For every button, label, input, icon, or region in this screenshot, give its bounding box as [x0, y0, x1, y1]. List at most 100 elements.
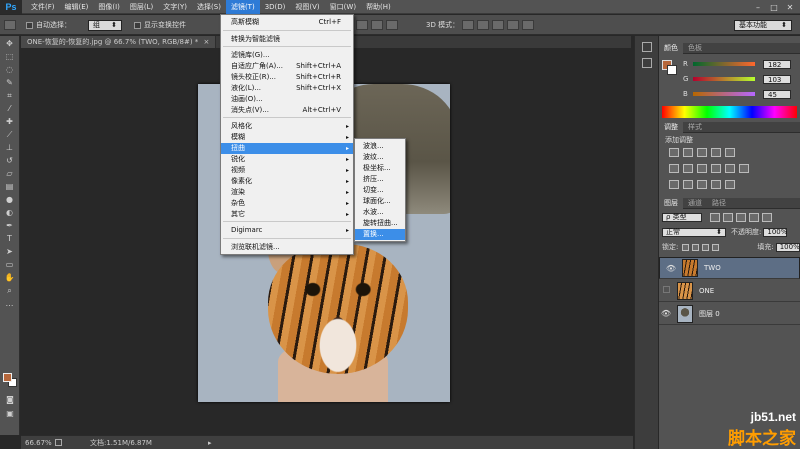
- eyedropper-tool-icon[interactable]: ⁄: [3, 103, 17, 114]
- tab-swatches[interactable]: 色板: [683, 43, 707, 54]
- filter-menu-item[interactable]: 液化(L)... Shift+Ctrl+X: [221, 83, 353, 94]
- gradient-tool-icon[interactable]: ▤: [3, 181, 17, 192]
- tab-paths[interactable]: 路径: [707, 198, 731, 209]
- threshold-icon[interactable]: [697, 180, 707, 189]
- distort-submenu-item[interactable]: 挤压...: [355, 174, 405, 185]
- blue-slider[interactable]: B 45: [683, 89, 798, 99]
- visibility-eye-icon[interactable]: 👁: [659, 309, 673, 318]
- show-transform-controls[interactable]: 显示变换控件: [134, 19, 186, 31]
- menu-edit[interactable]: 编辑(E): [60, 0, 94, 14]
- black-white-icon[interactable]: [697, 164, 707, 173]
- screen-mode-icon[interactable]: ▣: [3, 408, 17, 419]
- distort-submenu-item[interactable]: 波浪...: [355, 141, 405, 152]
- zoom-level[interactable]: 66.67%: [21, 439, 52, 447]
- visibility-eye-icon[interactable]: 👁: [664, 264, 678, 273]
- invert-icon[interactable]: [669, 180, 679, 189]
- color-balance-icon[interactable]: [683, 164, 693, 173]
- layer-kind-filter[interactable]: ρ 类型: [662, 212, 702, 222]
- move-tool-icon[interactable]: ✥: [3, 38, 17, 49]
- properties-panel-icon[interactable]: [642, 58, 652, 68]
- filter-menu-item[interactable]: 浏览联机滤镜...: [221, 242, 353, 253]
- lasso-tool-icon[interactable]: ◌: [3, 64, 17, 75]
- filter-menu-item[interactable]: 自适应广角(A)... Shift+Ctrl+A: [221, 61, 353, 72]
- workspace-dropdown[interactable]: 基本功能 ⬍: [734, 19, 792, 31]
- filter-menu-item[interactable]: 视频 ▸: [221, 165, 353, 176]
- more-tools-icon[interactable]: …: [3, 298, 17, 309]
- pen-tool-icon[interactable]: ✒: [3, 220, 17, 231]
- filter-menu-item[interactable]: 模糊 ▸: [221, 132, 353, 143]
- filter-menu-item[interactable]: 扭曲 ▸: [221, 143, 353, 154]
- red-slider[interactable]: R 182: [683, 59, 798, 69]
- brightness-icon[interactable]: [669, 148, 679, 157]
- layer-name[interactable]: TWO: [704, 264, 721, 272]
- green-value[interactable]: 103: [763, 74, 791, 84]
- minimize-icon[interactable]: –: [750, 1, 766, 13]
- menu-3d[interactable]: 3D(D): [260, 0, 291, 14]
- shape-tool-icon[interactable]: ▭: [3, 259, 17, 270]
- filter-menu-item[interactable]: 油画(O)...: [221, 94, 353, 105]
- distort-submenu-item[interactable]: 置换...: [355, 229, 405, 240]
- show-transform-checkbox[interactable]: [134, 21, 141, 29]
- layer-name[interactable]: ONE: [699, 287, 714, 295]
- exposure-icon[interactable]: [711, 148, 721, 157]
- distort-submenu-item[interactable]: 旋转扭曲...: [355, 218, 405, 229]
- document-tab-active[interactable]: ONE-恢复的-恢复的.jpg @ 66.7% (TWO, RGB/8#) * …: [21, 36, 217, 48]
- maximize-icon[interactable]: □: [766, 1, 782, 13]
- tab-styles[interactable]: 样式: [683, 122, 707, 133]
- filter-menu-item[interactable]: 风格化 ▸: [221, 121, 353, 132]
- filter-menu-item[interactable]: 镜头校正(R)... Shift+Ctrl+R: [221, 72, 353, 83]
- filter-menu-item[interactable]: 像素化 ▸: [221, 176, 353, 187]
- hand-tool-icon[interactable]: ✋: [3, 272, 17, 283]
- type-tool-icon[interactable]: T: [3, 233, 17, 244]
- color-panel-background-swatch[interactable]: [667, 65, 677, 75]
- auto-select-checkbox-wrap[interactable]: 自动选择：: [26, 19, 71, 31]
- tab-adjustments[interactable]: 调整: [659, 122, 683, 133]
- filter-menu-item[interactable]: 转换为智能滤镜: [221, 34, 353, 45]
- opacity-input[interactable]: 100%: [763, 227, 787, 237]
- red-value[interactable]: 182: [763, 59, 791, 69]
- blend-mode-dropdown[interactable]: 正常 ⬍: [662, 227, 726, 237]
- green-slider[interactable]: G 103: [683, 74, 798, 84]
- filter-menu-item[interactable]: 消失点(V)... Alt+Ctrl+V: [221, 105, 353, 116]
- menu-view[interactable]: 视图(V): [290, 0, 324, 14]
- gradient-map-icon[interactable]: [711, 180, 721, 189]
- tab-close-icon[interactable]: ×: [204, 38, 210, 46]
- export-icon[interactable]: [55, 439, 62, 446]
- distort-submenu-item[interactable]: 水波...: [355, 207, 405, 218]
- close-icon[interactable]: ✕: [782, 1, 798, 13]
- channel-mixer-icon[interactable]: [725, 164, 735, 173]
- marquee-tool-icon[interactable]: ⬚: [3, 51, 17, 62]
- layer-row-one[interactable]: ONE: [659, 280, 800, 302]
- fill-input[interactable]: 100%: [775, 242, 800, 252]
- foreground-color-swatch[interactable]: [3, 373, 12, 382]
- brush-tool-icon[interactable]: ⟋: [3, 129, 17, 140]
- color-lookup-icon[interactable]: [739, 164, 749, 173]
- history-panel-icon[interactable]: [642, 42, 652, 52]
- tab-layers[interactable]: 图层: [659, 198, 683, 209]
- menu-filter[interactable]: 滤镜(T): [225, 0, 260, 14]
- menu-image[interactable]: 图像(I): [93, 0, 125, 14]
- blue-value[interactable]: 45: [763, 89, 791, 99]
- auto-select-checkbox[interactable]: [26, 21, 33, 29]
- distort-submenu-item[interactable]: 切变...: [355, 185, 405, 196]
- eraser-tool-icon[interactable]: ▱: [3, 168, 17, 179]
- color-spectrum-bar[interactable]: [662, 106, 797, 118]
- path-select-tool-icon[interactable]: ➤: [3, 246, 17, 257]
- menu-file[interactable]: 文件(F): [26, 0, 60, 14]
- clone-stamp-tool-icon[interactable]: ⊥: [3, 142, 17, 153]
- layer-filter-icons[interactable]: [710, 212, 772, 222]
- levels-icon[interactable]: [683, 148, 693, 157]
- filter-menu-item[interactable]: 渲染 ▸: [221, 187, 353, 198]
- crop-tool-icon[interactable]: ⌗: [3, 90, 17, 101]
- photo-filter-icon[interactable]: [711, 164, 721, 173]
- layer-row-two[interactable]: 👁 TWO: [659, 257, 800, 279]
- history-brush-tool-icon[interactable]: ↺: [3, 155, 17, 166]
- move-tool-icon[interactable]: [4, 19, 16, 31]
- filter-menu-item[interactable]: 滤镜库(G)...: [221, 50, 353, 61]
- menu-window[interactable]: 窗口(W): [325, 0, 361, 14]
- dodge-tool-icon[interactable]: ◐: [3, 207, 17, 218]
- menu-type[interactable]: 文字(Y): [158, 0, 192, 14]
- zoom-tool-icon[interactable]: ⌕: [3, 285, 17, 296]
- layer-row-layer0[interactable]: 👁 图层 0: [659, 303, 800, 325]
- healing-brush-tool-icon[interactable]: ✚: [3, 116, 17, 127]
